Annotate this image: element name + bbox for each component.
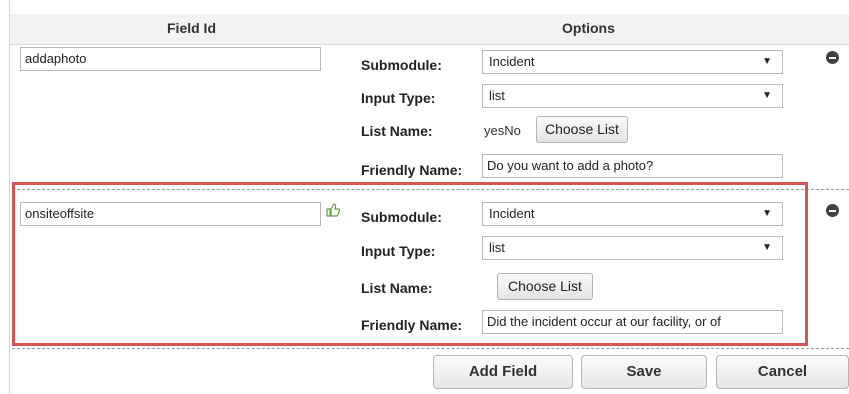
remove-icon[interactable] xyxy=(826,204,839,217)
submodule-select[interactable]: Incident ▼ xyxy=(482,50,783,74)
list-name-value: yesNo xyxy=(484,123,521,138)
field-id-input[interactable]: addaphoto xyxy=(20,47,321,71)
submodule-label: Submodule: xyxy=(361,57,442,73)
highlight-box xyxy=(12,182,808,346)
friendly-name-label: Friendly Name: xyxy=(361,162,463,178)
column-header-field-id: Field Id xyxy=(167,20,216,36)
list-name-label: List Name: xyxy=(361,123,433,139)
input-type-select[interactable]: list ▼ xyxy=(482,84,783,108)
table-header: Field Id Options xyxy=(10,14,849,45)
cancel-button[interactable]: Cancel xyxy=(716,355,849,389)
table-row: addaphoto Submodule: Incident ▼ Input Ty… xyxy=(10,44,849,184)
input-type-label: Input Type: xyxy=(361,90,436,106)
choose-list-button[interactable]: Choose List xyxy=(536,116,628,143)
input-type-value: list xyxy=(489,88,505,103)
add-field-button[interactable]: Add Field xyxy=(433,355,573,389)
friendly-name-input[interactable]: Do you want to add a photo? xyxy=(482,154,783,178)
save-button[interactable]: Save xyxy=(581,355,707,389)
row-divider xyxy=(12,348,849,349)
submodule-value: Incident xyxy=(489,54,535,69)
chevron-down-icon: ▼ xyxy=(762,56,772,67)
column-header-options: Options xyxy=(562,20,615,36)
chevron-down-icon: ▼ xyxy=(762,90,772,101)
remove-icon[interactable] xyxy=(826,51,839,64)
